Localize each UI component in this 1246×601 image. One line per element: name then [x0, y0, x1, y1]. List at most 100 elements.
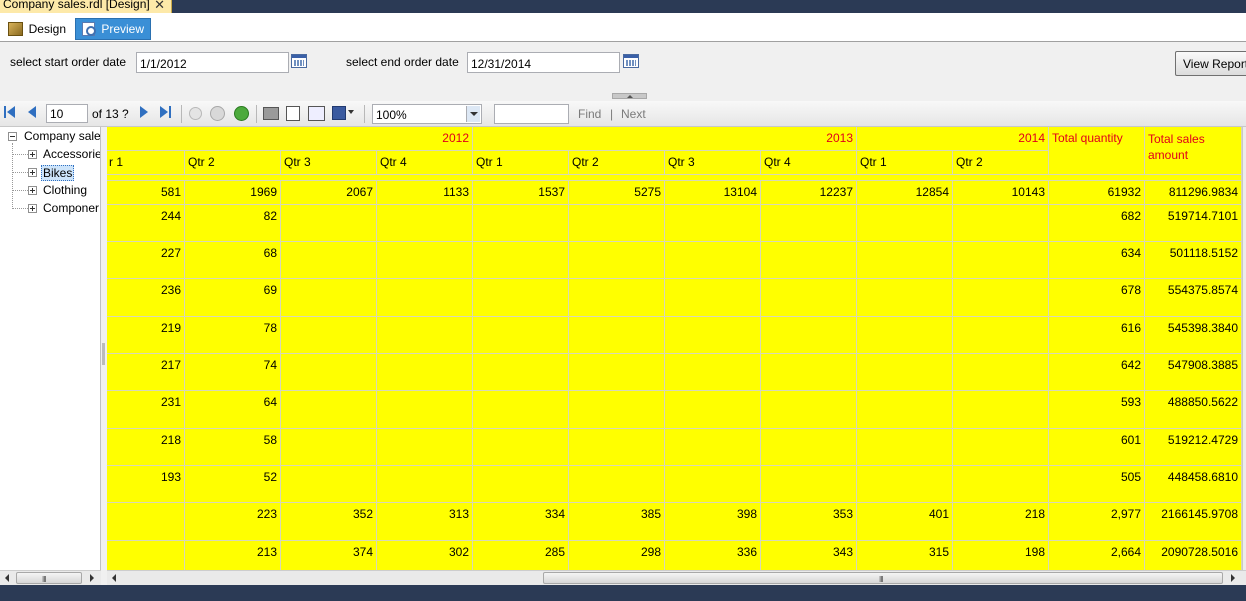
close-icon[interactable]: ✕ [154, 0, 165, 13]
table-cell: 10143 [953, 181, 1049, 205]
table-cell: 2,977 [1049, 503, 1145, 541]
table-cell: 501118.5152 [1145, 242, 1242, 279]
first-page-icon[interactable] [4, 106, 18, 120]
table-cell: 218 [953, 503, 1049, 541]
tree-node-clothing[interactable]: Clothing [43, 183, 87, 197]
quarter-header: Qtr 1 [857, 151, 953, 175]
table-cell [473, 205, 569, 242]
table-cell: 64 [185, 391, 281, 429]
table-cell [377, 279, 473, 317]
print-layout-icon[interactable] [286, 106, 300, 121]
export-dropdown-icon[interactable] [348, 110, 354, 114]
table-cell [569, 205, 665, 242]
report-horizontal-scrollbar[interactable]: III [107, 570, 1246, 585]
expand-icon[interactable] [28, 168, 37, 177]
table-cell: 5275 [569, 181, 665, 205]
table-cell: 58 [185, 429, 281, 466]
tree-node-components[interactable]: Componer [43, 201, 99, 215]
table-cell: 374 [281, 541, 377, 570]
previous-page-icon[interactable] [26, 106, 40, 120]
collapse-parameters-handle[interactable] [612, 93, 647, 99]
total-sales-header: Total sales amount [1145, 127, 1242, 175]
tree-node-root[interactable]: Company sale [24, 129, 100, 143]
report-vertical-scrollbar[interactable] [1242, 127, 1246, 570]
table-cell: 213 [185, 541, 281, 570]
report-toolbar: 10 of 13 ? 100% Find | Next [0, 101, 1246, 127]
scroll-right-icon[interactable] [90, 574, 94, 582]
table-cell: 2,664 [1049, 541, 1145, 570]
page-setup-icon[interactable] [308, 106, 325, 121]
find-link[interactable]: Find [578, 107, 601, 121]
table-cell: 52 [185, 466, 281, 503]
view-report-button[interactable]: View Report [1175, 51, 1246, 76]
table-cell: 12854 [857, 181, 953, 205]
current-page-input[interactable]: 10 [46, 104, 88, 123]
quarter-header: Qtr 4 [761, 151, 857, 175]
tab-preview[interactable]: Preview [75, 18, 151, 40]
start-date-input[interactable]: 1/1/2012 [136, 52, 289, 73]
tree-node-bikes[interactable]: Bikes [41, 165, 75, 181]
quarter-header: Qtr 3 [665, 151, 761, 175]
quarter-header: Qtr 1 [473, 151, 569, 175]
tree-node-accessories[interactable]: Accessorie [43, 147, 100, 161]
tree-scroll-thumb[interactable]: III [16, 572, 82, 584]
next-page-icon[interactable] [138, 106, 152, 120]
next-link[interactable]: Next [621, 107, 646, 121]
refresh-icon[interactable] [234, 106, 249, 121]
start-date-label: select start order date [10, 55, 127, 69]
print-icon[interactable] [263, 107, 279, 120]
table-cell: 223 [185, 503, 281, 541]
table-cell: 217 [107, 354, 185, 391]
quarter-header: Qtr 2 [185, 151, 281, 175]
table-cell [473, 466, 569, 503]
find-input[interactable] [494, 104, 569, 124]
chevron-down-icon[interactable] [466, 106, 480, 122]
table-cell [377, 242, 473, 279]
table-cell: 343 [761, 541, 857, 570]
scroll-right-icon[interactable] [1231, 574, 1235, 582]
expand-icon[interactable] [28, 204, 37, 213]
expand-icon[interactable] [28, 150, 37, 159]
scroll-left-icon[interactable] [112, 574, 116, 582]
table-cell: 13104 [665, 181, 761, 205]
table-cell [953, 279, 1049, 317]
table-cell: 302 [377, 541, 473, 570]
table-cell: 353 [761, 503, 857, 541]
last-page-icon[interactable] [158, 106, 172, 120]
table-cell [473, 391, 569, 429]
quarter-header: r 1 [107, 151, 185, 175]
table-cell: 811296.9834 [1145, 181, 1242, 205]
tab-preview-label: Preview [101, 22, 144, 36]
calendar-icon[interactable] [623, 54, 639, 68]
table-cell [473, 429, 569, 466]
table-cell [665, 429, 761, 466]
table-cell [281, 317, 377, 354]
export-icon[interactable] [332, 106, 346, 120]
end-date-input[interactable]: 12/31/2014 [467, 52, 620, 73]
back-icon[interactable] [189, 107, 202, 120]
table-cell: 616 [1049, 317, 1145, 354]
table-cell: 352 [281, 503, 377, 541]
zoom-select[interactable]: 100% [372, 104, 482, 124]
status-bar [0, 585, 1246, 601]
table-cell: 244 [107, 205, 185, 242]
document-tab[interactable]: Company sales.rdl [Design] ✕ [0, 0, 172, 13]
collapse-icon[interactable] [8, 132, 17, 141]
table-cell [569, 391, 665, 429]
table-cell [953, 466, 1049, 503]
scroll-left-icon[interactable] [5, 574, 9, 582]
table-cell: 1537 [473, 181, 569, 205]
table-cell: 236 [107, 279, 185, 317]
stop-icon[interactable] [210, 106, 225, 121]
tree-horizontal-scrollbar[interactable]: III [0, 570, 101, 585]
table-cell [473, 354, 569, 391]
table-cell: 519212.4729 [1145, 429, 1242, 466]
report-scroll-thumb[interactable]: III [543, 572, 1223, 584]
table-cell [857, 242, 953, 279]
table-cell: 231 [107, 391, 185, 429]
tab-design-label: Design [28, 22, 66, 36]
table-cell [761, 354, 857, 391]
tab-design[interactable]: Design [2, 18, 72, 40]
expand-icon[interactable] [28, 186, 37, 195]
calendar-icon[interactable] [291, 54, 307, 68]
